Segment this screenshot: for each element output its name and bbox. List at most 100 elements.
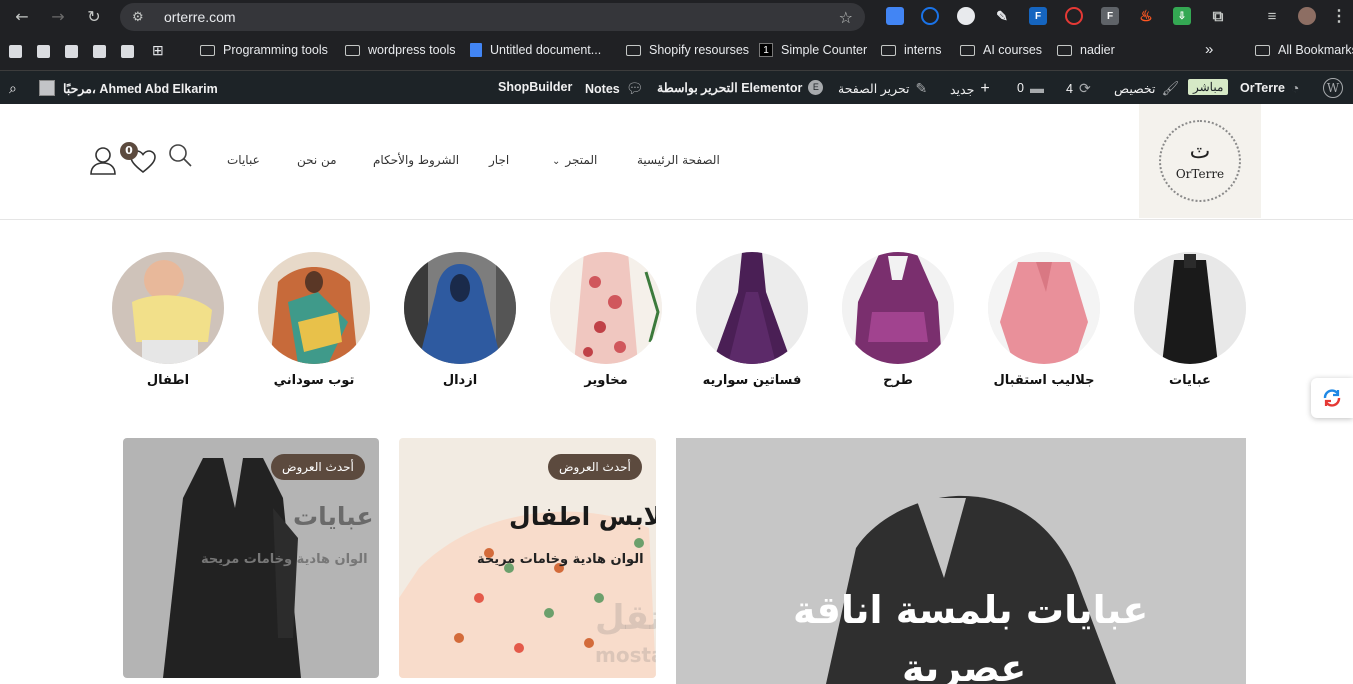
- category-item[interactable]: طرح: [842, 252, 954, 388]
- category-label: فساتين سواريه: [702, 373, 802, 388]
- extension-circle-icon[interactable]: [957, 7, 975, 25]
- menu-home[interactable]: الصفحة الرئيسية: [637, 153, 720, 167]
- extension-docs-icon[interactable]: [886, 7, 904, 25]
- bookmark-app-icon[interactable]: [9, 45, 22, 58]
- search-icon[interactable]: ⌕: [9, 80, 17, 97]
- category-image: [1134, 252, 1246, 364]
- extension-download-icon[interactable]: ⇩: [1173, 7, 1191, 25]
- bookmark-folder[interactable]: Programming tools: [200, 43, 328, 57]
- bookmark-app-icon[interactable]: [121, 45, 134, 58]
- bookmark-label: interns: [904, 43, 942, 57]
- bookmark-doc[interactable]: Untitled document...: [470, 43, 601, 57]
- banner-subtitle: الوان هادية وخامات مريحة: [201, 552, 368, 567]
- customize-label: تخصيص: [1114, 82, 1156, 96]
- shopbuilder-link[interactable]: ShopBuilder: [498, 80, 572, 94]
- pencil-icon: ✎: [915, 80, 928, 96]
- edit-page-link[interactable]: تحرير الصفحة ✎: [838, 80, 927, 97]
- bookmark-label: Simple Counter: [781, 43, 868, 57]
- updates-count: 4: [1066, 81, 1073, 96]
- site-name-link[interactable]: OrTerre ◔: [1240, 80, 1299, 96]
- plus-icon: +: [980, 80, 990, 97]
- menu-dots-icon[interactable]: ⋮: [1330, 7, 1348, 25]
- site-info-icon[interactable]: ⚙: [132, 10, 152, 25]
- updates-link[interactable]: 4 ⟳: [1066, 80, 1091, 97]
- bookmark-star-icon[interactable]: ☆: [839, 8, 853, 27]
- more-bookmarks-chevron-icon[interactable]: »: [1205, 41, 1213, 58]
- category-image: [258, 252, 370, 364]
- eyedropper-icon[interactable]: ✎: [993, 7, 1011, 25]
- kids-banner[interactable]: أحدث العروض ملابس اطفال الوان هادية وخام…: [399, 438, 656, 678]
- extensions-puzzle-icon[interactable]: ⧉: [1209, 7, 1227, 25]
- new-content-link[interactable]: جديد +: [950, 80, 990, 98]
- logo-text: OrTerre: [1175, 167, 1225, 181]
- profile-avatar[interactable]: [1298, 7, 1316, 25]
- all-bookmarks[interactable]: All Bookmarks: [1255, 43, 1353, 57]
- category-item[interactable]: جلاليب استقبال: [988, 252, 1100, 388]
- bookmark-label: Programming tools: [223, 43, 328, 57]
- menu-abayas[interactable]: عبايات: [227, 153, 260, 167]
- apps-grid-icon[interactable]: ⊞: [152, 42, 164, 59]
- back-arrow-icon[interactable]: ←: [11, 5, 33, 27]
- site-logo[interactable]: ٽ OrTerre: [1139, 104, 1261, 218]
- hero-banner[interactable]: عبايات بلمسة اناقة عصرية: [676, 438, 1246, 684]
- menu-rent[interactable]: اجار: [489, 153, 509, 167]
- folder-icon: [1255, 44, 1270, 56]
- category-image: [696, 252, 808, 364]
- bookmark-link[interactable]: 1 Simple Counter: [759, 43, 867, 57]
- menu-shop[interactable]: ⌄ المتجر: [552, 153, 597, 167]
- updates-icon: ⟳: [1078, 80, 1091, 96]
- category-label: مخاوير: [584, 373, 628, 388]
- bookmark-folder[interactable]: nadier: [1057, 43, 1115, 57]
- wishlist-count-badge: 0: [120, 142, 138, 160]
- wp-admin-bar: ⌕ مرحبًا، Ahmed Abd Elkarim ShopBuilder …: [0, 71, 1353, 104]
- bookmark-folder[interactable]: Shopify resourses: [626, 43, 749, 57]
- live-label: مباشر: [1188, 79, 1229, 95]
- reload-icon[interactable]: ↻: [83, 5, 105, 27]
- category-item[interactable]: فساتين سواريه: [696, 252, 808, 388]
- bookmark-folder[interactable]: interns: [881, 43, 942, 57]
- bookmark-folder[interactable]: AI courses: [960, 43, 1042, 57]
- notes-label: Notes: [585, 81, 620, 96]
- site-name-label: OrTerre: [1240, 81, 1285, 95]
- notes-link[interactable]: Notes 💬︎: [585, 80, 644, 97]
- logo-emblem: ٽ OrTerre: [1159, 120, 1241, 202]
- category-item[interactable]: توب سوداني: [258, 252, 370, 388]
- customize-link[interactable]: تخصيص 🖌︎: [1114, 80, 1179, 97]
- bookmark-app-icon[interactable]: [93, 45, 106, 58]
- category-item[interactable]: مخاوير: [550, 252, 662, 388]
- floating-sync-widget[interactable]: [1311, 378, 1353, 418]
- category-item[interactable]: اطفال: [112, 252, 224, 388]
- bookmark-app-icon[interactable]: [37, 45, 50, 58]
- latest-offers-badge: أحدث العروض: [271, 454, 365, 480]
- hero-title-line1: عبايات بلمسة اناقة: [793, 588, 1149, 632]
- banner-subtitle: الوان هادية وخامات مريحة: [477, 552, 644, 567]
- address-bar[interactable]: ⚙ orterre.com ☆: [120, 3, 865, 31]
- category-item[interactable]: عبايات: [1134, 252, 1246, 388]
- wp-account-menu[interactable]: مرحبًا، Ahmed Abd Elkarim: [39, 80, 218, 96]
- menu-shop-label: المتجر: [565, 153, 598, 167]
- folder-icon: [626, 44, 641, 56]
- menu-about[interactable]: من نحن: [297, 153, 337, 167]
- search-icon[interactable]: [167, 142, 193, 168]
- counter-icon: 1: [759, 43, 773, 57]
- reading-list-icon[interactable]: ≡: [1263, 7, 1281, 25]
- extension-fire-icon[interactable]: ♨: [1137, 7, 1155, 25]
- bookmark-app-icon[interactable]: [65, 45, 78, 58]
- folder-icon: [200, 44, 215, 56]
- abayas-banner[interactable]: أحدث العروض عبايات الوان هادية وخامات مر…: [123, 438, 379, 678]
- extension-f-icon[interactable]: F: [1101, 7, 1119, 25]
- extension-refresh-icon[interactable]: [921, 7, 939, 25]
- extension-translate-icon[interactable]: F: [1029, 7, 1047, 25]
- comments-link[interactable]: 0 ▬: [1017, 80, 1044, 96]
- elementor-edit-link[interactable]: التحرير بواسطة Elementor E: [657, 80, 824, 95]
- comment-icon: ▬: [1029, 80, 1044, 96]
- bookmark-folder[interactable]: wordpress tools: [345, 43, 456, 57]
- wordpress-logo-icon[interactable]: W: [1323, 78, 1343, 98]
- bookmarks-bar: ⊞ Programming tools wordpress tools Unti…: [0, 33, 1353, 71]
- forward-arrow-icon[interactable]: →: [47, 5, 69, 27]
- extension-record-icon[interactable]: [1065, 7, 1083, 25]
- category-item[interactable]: ازدال: [404, 252, 516, 388]
- menu-terms[interactable]: الشروط والأحكام: [373, 153, 459, 167]
- browser-toolbar: ← → ↻ ⚙ orterre.com ☆ ✎ F F ♨ ⇩ ⧉ ≡ ⋮: [0, 0, 1353, 33]
- user-account-icon[interactable]: [89, 146, 117, 176]
